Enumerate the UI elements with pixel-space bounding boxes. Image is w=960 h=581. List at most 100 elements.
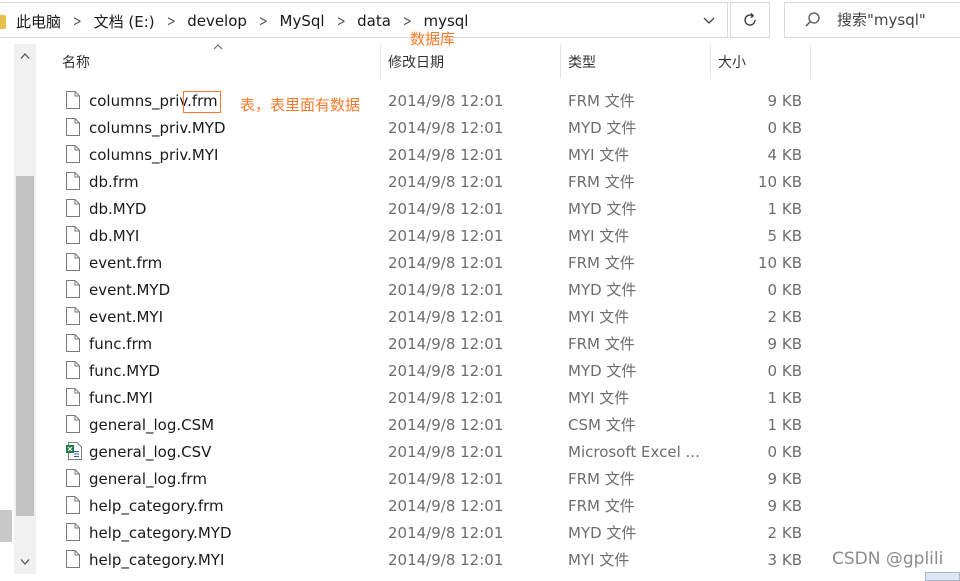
file-row[interactable]: db.MYD 2014/9/8 12:01 MYD 文件 1 KB xyxy=(0,196,960,223)
column-divider[interactable] xyxy=(810,44,811,78)
chevron-right-icon[interactable]: > xyxy=(255,12,272,30)
file-icon xyxy=(66,226,80,244)
file-date: 2014/9/8 12:01 xyxy=(388,443,504,461)
file-type: MYI 文件 xyxy=(568,146,630,164)
file-type: MYD 文件 xyxy=(568,524,637,542)
file-row[interactable]: general_log.frm 2014/9/8 12:01 FRM 文件 9 KB xyxy=(0,466,960,493)
file-type: FRM 文件 xyxy=(568,173,635,191)
file-icon xyxy=(66,307,80,325)
file-date: 2014/9/8 12:01 xyxy=(388,416,504,434)
file-row[interactable]: general_log.CSM 2014/9/8 12:01 CSM 文件 1 KB xyxy=(0,412,960,439)
file-icon xyxy=(66,361,80,379)
file-name: general_log.CSV xyxy=(89,443,212,461)
column-header-type[interactable]: 类型 xyxy=(568,44,596,80)
file-type: Microsoft Excel ... xyxy=(568,443,700,461)
file-row[interactable]: event.frm 2014/9/8 12:01 FRM 文件 10 KB xyxy=(0,250,960,277)
file-date: 2014/9/8 12:01 xyxy=(388,389,504,407)
file-size: 0 KB xyxy=(767,281,802,299)
file-size: 5 KB xyxy=(767,227,802,245)
file-date: 2014/9/8 12:01 xyxy=(388,470,504,488)
file-type: MYI 文件 xyxy=(568,308,630,326)
file-icon xyxy=(66,469,80,487)
file-row[interactable]: columns_priv.MYD 2014/9/8 12:01 MYD 文件 0 KB xyxy=(0,115,960,142)
file-name: columns_priv.MYD xyxy=(89,119,226,137)
column-header-name[interactable]: 名称 xyxy=(62,44,90,80)
file-row[interactable]: columns_priv.frm 2014/9/8 12:01 FRM 文件 9 KB xyxy=(0,88,960,115)
file-row[interactable]: event.MYD 2014/9/8 12:01 MYD 文件 0 KB xyxy=(0,277,960,304)
view-toggle-icon[interactable] xyxy=(925,572,960,581)
file-row[interactable]: func.MYD 2014/9/8 12:01 MYD 文件 0 KB xyxy=(0,358,960,385)
file-row[interactable]: db.MYI 2014/9/8 12:01 MYI 文件 5 KB xyxy=(0,223,960,250)
file-row[interactable]: func.MYI 2014/9/8 12:01 MYI 文件 1 KB xyxy=(0,385,960,412)
file-icon xyxy=(66,334,80,352)
file-type: MYI 文件 xyxy=(568,551,630,569)
file-date: 2014/9/8 12:01 xyxy=(388,200,504,218)
file-icon xyxy=(66,118,80,136)
file-date: 2014/9/8 12:01 xyxy=(388,335,504,353)
file-size: 0 KB xyxy=(767,443,802,461)
file-type: MYD 文件 xyxy=(568,281,637,299)
breadcrumb-item-mysql-dir[interactable]: MySql xyxy=(276,12,329,30)
file-size: 10 KB xyxy=(758,254,802,272)
breadcrumb-item-develop[interactable]: develop xyxy=(183,12,251,30)
file-size: 0 KB xyxy=(767,119,802,137)
file-type: FRM 文件 xyxy=(568,497,635,515)
file-date: 2014/9/8 12:01 xyxy=(388,254,504,272)
column-divider[interactable] xyxy=(380,44,381,78)
search-box[interactable] xyxy=(784,2,960,38)
file-type: MYD 文件 xyxy=(568,362,637,380)
search-icon xyxy=(803,10,823,30)
file-type: MYI 文件 xyxy=(568,227,630,245)
file-row[interactable]: db.frm 2014/9/8 12:01 FRM 文件 10 KB xyxy=(0,169,960,196)
file-size: 2 KB xyxy=(767,308,802,326)
file-row[interactable]: func.frm 2014/9/8 12:01 FRM 文件 9 KB xyxy=(0,331,960,358)
file-icon xyxy=(66,253,80,271)
chevron-right-icon[interactable]: > xyxy=(69,12,86,30)
file-row[interactable]: event.MYI 2014/9/8 12:01 MYI 文件 2 KB xyxy=(0,304,960,331)
breadcrumb-item-data[interactable]: data xyxy=(353,12,395,30)
file-name: func.MYD xyxy=(89,362,160,380)
file-name: db.MYI xyxy=(89,227,140,245)
file-type: FRM 文件 xyxy=(568,470,635,488)
breadcrumb-item-drive[interactable]: 文档 (E:) xyxy=(90,11,159,32)
file-type: MYD 文件 xyxy=(568,119,637,137)
file-row[interactable]: help_category.frm 2014/9/8 12:01 FRM 文件 9 K… xyxy=(0,493,960,520)
file-name: general_log.frm xyxy=(89,470,207,488)
column-header-size[interactable]: 大小 xyxy=(718,44,746,80)
file-icon xyxy=(66,91,80,109)
file-name: func.frm xyxy=(89,335,153,353)
refresh-button[interactable] xyxy=(730,2,770,38)
file-type: MYD 文件 xyxy=(568,200,637,218)
file-size: 0 KB xyxy=(767,362,802,380)
file-size: 2 KB xyxy=(767,524,802,542)
file-row[interactable]: help_category.MYD 2014/9/8 12:01 MYD 文件 2 K… xyxy=(0,520,960,547)
annotation-highlight-box xyxy=(183,91,221,113)
scroll-up-arrow-icon[interactable] xyxy=(14,44,36,68)
file-type: MYI 文件 xyxy=(568,389,630,407)
chevron-right-icon[interactable]: > xyxy=(162,12,179,30)
file-date: 2014/9/8 12:01 xyxy=(388,146,504,164)
address-bar[interactable]: 此电脑 > 文档 (E:) > develop > MySql > data >… xyxy=(0,2,728,38)
column-divider[interactable] xyxy=(710,44,711,78)
file-row[interactable]: general_log.CSV 2014/9/8 12:01 Microsoft E… xyxy=(0,439,960,466)
address-toolbar: 此电脑 > 文档 (E:) > develop > MySql > data >… xyxy=(0,0,960,40)
file-size: 1 KB xyxy=(767,416,802,434)
file-date: 2014/9/8 12:01 xyxy=(388,92,504,110)
file-name: help_category.frm xyxy=(89,497,224,515)
file-size: 10 KB xyxy=(758,173,802,191)
file-row[interactable]: columns_priv.MYI 2014/9/8 12:01 MYI 文件 4 KB xyxy=(0,142,960,169)
chevron-right-icon[interactable]: > xyxy=(332,12,349,30)
column-divider[interactable] xyxy=(560,44,561,78)
breadcrumb-item-this-pc[interactable]: 此电脑 xyxy=(12,11,65,32)
file-icon xyxy=(66,550,80,568)
search-input[interactable] xyxy=(835,10,959,30)
column-header-date[interactable]: 修改日期 xyxy=(388,44,444,80)
file-icon xyxy=(66,145,80,163)
file-type: FRM 文件 xyxy=(568,92,635,110)
file-name: help_category.MYD xyxy=(89,524,232,542)
file-type: FRM 文件 xyxy=(568,254,635,272)
chevron-down-icon[interactable] xyxy=(700,13,718,29)
file-type: CSM 文件 xyxy=(568,416,636,434)
file-row[interactable]: help_category.MYI 2014/9/8 12:01 MYI 文件 3 K… xyxy=(0,547,960,574)
file-name: db.MYD xyxy=(89,200,147,218)
